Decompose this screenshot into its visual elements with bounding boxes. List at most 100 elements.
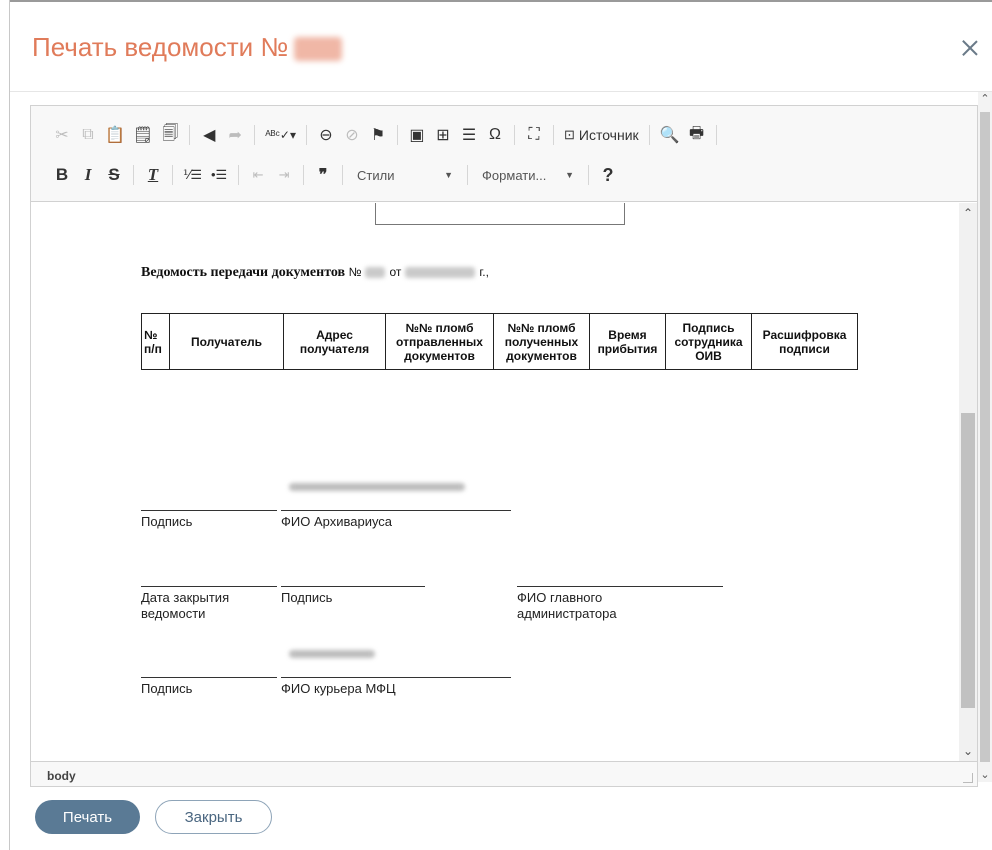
- special-char-icon[interactable]: Ω: [482, 122, 508, 148]
- toolbar-separator: [133, 165, 134, 185]
- table-header-row: № п/п Получатель Адрес получателя №№ пло…: [141, 313, 858, 370]
- toolbar-separator: [303, 165, 305, 185]
- copy-icon[interactable]: ⧉: [75, 122, 101, 148]
- print-icon[interactable]: 🖶: [684, 122, 710, 148]
- styles-label: Стили: [357, 167, 395, 183]
- dialog-header: Печать ведомости №: [10, 2, 992, 92]
- toolbar-separator: [305, 125, 307, 145]
- redacted-number: [365, 267, 386, 279]
- signature-line: [281, 677, 511, 678]
- redacted-archivist-name: [289, 483, 465, 491]
- rich-text-editor: ✂ ⧉ 📋 🗒 🗐 ◀ ➦ ᴬᴮᶜ✓▾ ⊖ ⊘ ⚑ ▣ ⊞ ☰ Ω ⛶ ⊡ Ис…: [30, 105, 978, 787]
- toolbar-separator: [552, 125, 554, 145]
- toolbar-separator: [715, 125, 717, 145]
- cut-icon[interactable]: ✂: [49, 122, 75, 148]
- col-header-recipient: Получатель: [169, 313, 284, 370]
- close-icon[interactable]: [960, 38, 980, 58]
- outdent-icon[interactable]: ⇤: [245, 162, 271, 188]
- format-label: Формати...: [482, 167, 547, 183]
- editor-content[interactable]: Ведомость передачи документов № от г., № п…: [31, 203, 959, 761]
- link-icon[interactable]: ⊖: [313, 122, 339, 148]
- paste-icon[interactable]: 📋: [101, 122, 129, 148]
- strikethrough-button[interactable]: S: [101, 162, 127, 188]
- dialog-footer: Печать Закрыть: [10, 792, 992, 850]
- document-heading: Ведомость передачи документов № от г.,: [141, 265, 489, 281]
- undo-icon[interactable]: ◀: [196, 122, 222, 148]
- col-header-number: № п/п: [141, 313, 170, 370]
- col-header-arrival-time: Время прибытия: [589, 313, 666, 370]
- format-dropdown[interactable]: Формати... ▼: [474, 162, 582, 188]
- toolbar-separator: [254, 125, 256, 145]
- source-label: Источник: [578, 127, 639, 143]
- dialog-scrollbar-thumb[interactable]: [980, 112, 990, 762]
- signature-line: [141, 677, 277, 678]
- close-button[interactable]: Закрыть: [155, 800, 272, 834]
- unlink-icon[interactable]: ⊘: [339, 122, 365, 148]
- table-icon[interactable]: ⊞: [430, 122, 456, 148]
- signature-label: Подпись: [141, 681, 193, 696]
- editor-scrollbar[interactable]: ⌃ ⌄: [959, 203, 977, 761]
- heading-number-sign: №: [348, 265, 362, 279]
- scroll-up-arrow-icon[interactable]: ⌃: [978, 92, 992, 106]
- bold-button[interactable]: B: [49, 162, 75, 188]
- bulleted-list-icon[interactable]: •☰: [206, 162, 232, 188]
- signature-line: [281, 510, 511, 511]
- scroll-down-arrow-icon[interactable]: ⌄: [959, 743, 977, 759]
- scroll-down-arrow-icon[interactable]: ⌄: [978, 768, 992, 782]
- toolbar-row-2: B I S T ⅟☰ •☰ ⇤ ⇥ ❞ Стили ▼ Формати... ▼…: [49, 160, 621, 190]
- help-button[interactable]: ?: [595, 162, 621, 188]
- col-header-sent-seals: №№ пломб отправленных документов: [385, 313, 494, 370]
- heading-title: Ведомость передачи документов: [141, 265, 346, 280]
- indent-icon[interactable]: ⇥: [271, 162, 297, 188]
- spellcheck-icon[interactable]: ᴬᴮᶜ✓▾: [261, 122, 300, 148]
- styles-dropdown[interactable]: Стили ▼: [349, 162, 461, 188]
- print-dialog: Печать ведомости № ⌃ ⌄ ✂ ⧉ 📋 🗒 🗐 ◀ ➦ ᴬᴮᶜ…: [10, 2, 992, 850]
- toolbar-separator: [189, 125, 191, 145]
- chevron-down-icon: ▼: [444, 170, 454, 180]
- remove-format-button[interactable]: T: [140, 162, 166, 188]
- toolbar-row-1: ✂ ⧉ 📋 🗒 🗐 ◀ ➦ ᴬᴮᶜ✓▾ ⊖ ⊘ ⚑ ▣ ⊞ ☰ Ω ⛶ ⊡ Ис…: [49, 120, 723, 150]
- element-path[interactable]: body: [47, 769, 76, 783]
- redacted-number: [294, 37, 343, 62]
- paste-text-icon[interactable]: 🗒: [129, 122, 157, 148]
- signature-line: [281, 586, 425, 587]
- toolbar-separator: [396, 125, 398, 145]
- print-button[interactable]: Печать: [35, 800, 140, 834]
- col-header-employee-signature: Подпись сотрудника ОИВ: [665, 313, 752, 370]
- signature-label: Подпись: [281, 590, 333, 605]
- blockquote-icon[interactable]: ❞: [310, 162, 336, 188]
- horizontal-line-icon[interactable]: ☰: [456, 122, 482, 148]
- editor-toolbar: ✂ ⧉ 📋 🗒 🗐 ◀ ➦ ᴬᴮᶜ✓▾ ⊖ ⊘ ⚑ ▣ ⊞ ☰ Ω ⛶ ⊡ Ис…: [31, 106, 977, 202]
- background-page-edge: [0, 0, 10, 850]
- toolbar-separator: [342, 165, 344, 185]
- toolbar-separator: [588, 165, 590, 185]
- dialog-scrollbar[interactable]: ⌃ ⌄: [978, 92, 992, 782]
- signature-line: [141, 510, 277, 511]
- signature-line: [517, 586, 723, 587]
- scroll-up-arrow-icon[interactable]: ⌃: [959, 205, 977, 221]
- source-icon: ⊡: [563, 127, 575, 142]
- preview-icon[interactable]: 🔍: [656, 122, 684, 148]
- dialog-title-text: Печать ведомости №: [32, 32, 289, 62]
- previous-field-box: [375, 203, 625, 225]
- archivist-name-label: ФИО Архивариуса: [281, 514, 393, 529]
- toolbar-separator: [467, 165, 469, 185]
- redacted-date: [405, 267, 476, 279]
- italic-button[interactable]: I: [75, 162, 101, 188]
- maximize-icon[interactable]: ⛶: [521, 122, 547, 148]
- col-header-received-seals: №№ пломб полученных документов: [493, 313, 590, 370]
- editor-statusbar: body: [31, 761, 977, 786]
- paste-word-icon[interactable]: 🗐: [157, 122, 183, 148]
- anchor-flag-icon[interactable]: ⚑: [365, 122, 391, 148]
- numbered-list-icon[interactable]: ⅟☰: [179, 162, 206, 188]
- toolbar-separator: [238, 165, 240, 185]
- image-icon[interactable]: ▣: [404, 122, 430, 148]
- dialog-title: Печать ведомости №: [32, 32, 343, 63]
- closing-date-label: Дата закрытия ведомости: [141, 590, 230, 621]
- redo-icon[interactable]: ➦: [222, 122, 248, 148]
- source-button[interactable]: ⊡ Источник: [560, 122, 643, 148]
- resize-grip-icon[interactable]: [963, 773, 973, 783]
- heading-year: г.,: [479, 265, 489, 279]
- editor-scrollbar-thumb[interactable]: [961, 413, 975, 708]
- col-header-address: Адрес получателя: [283, 313, 386, 370]
